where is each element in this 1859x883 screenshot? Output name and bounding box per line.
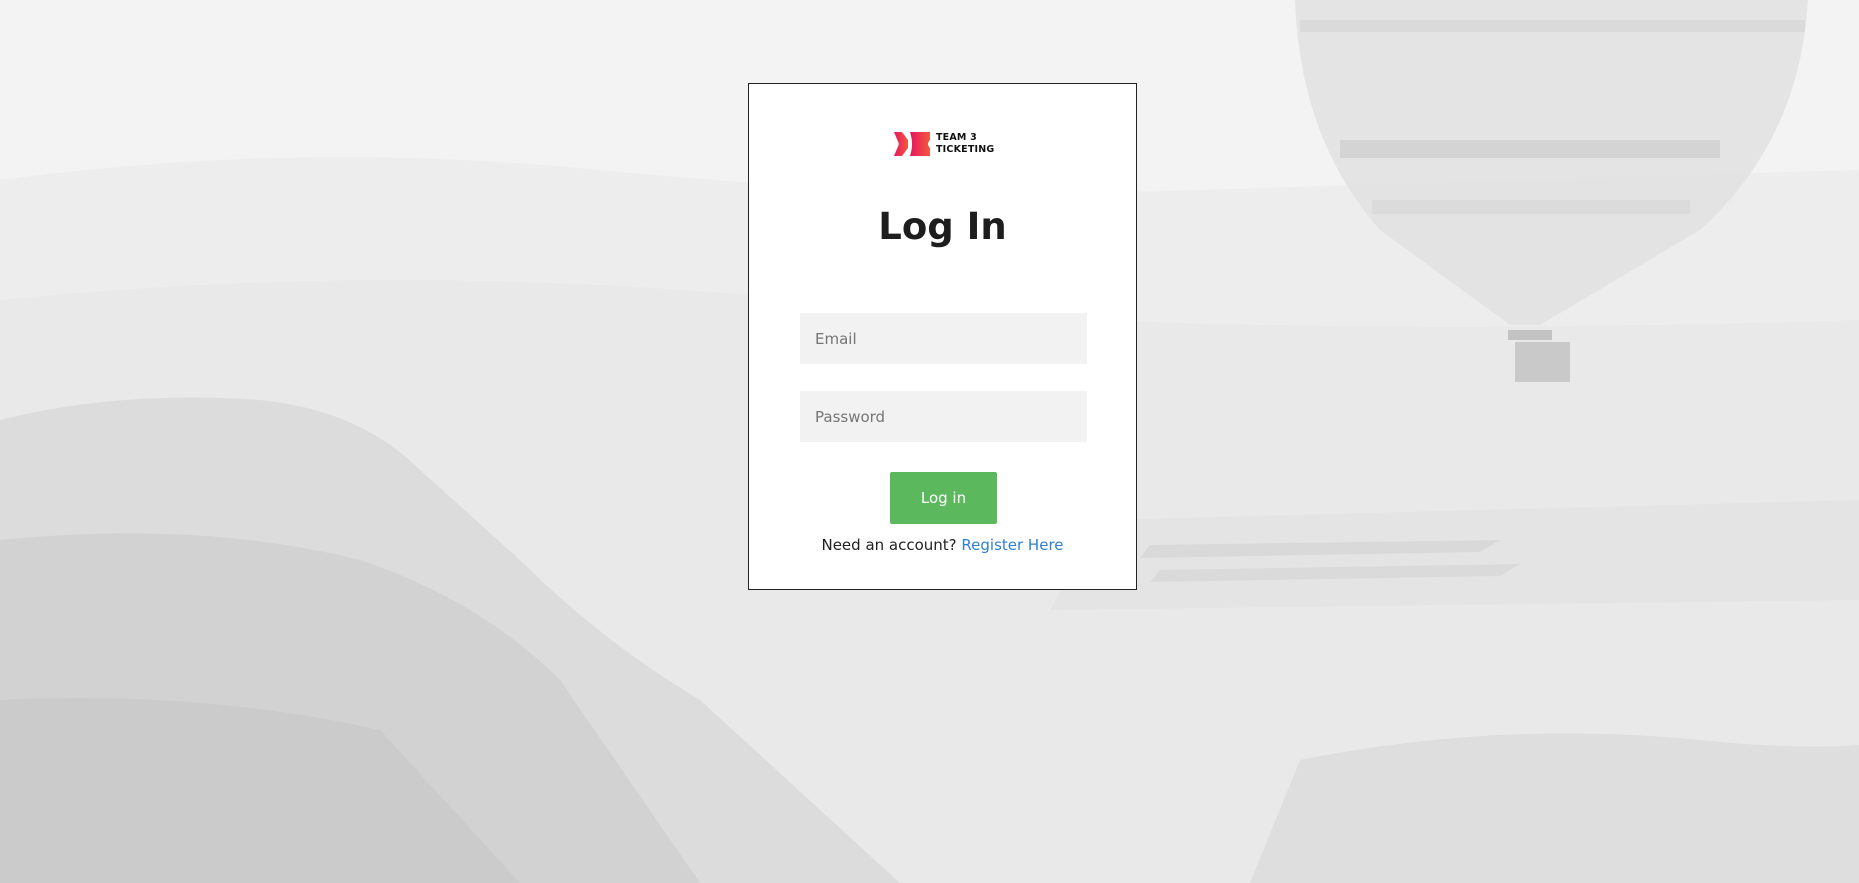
password-field[interactable] bbox=[800, 391, 1087, 442]
brand-name: TEAM 3 TICKETING bbox=[936, 132, 994, 156]
register-prompt-text: Need an account? bbox=[821, 536, 962, 554]
email-field[interactable] bbox=[800, 313, 1087, 364]
login-button[interactable]: Log in bbox=[890, 472, 997, 524]
page-title: Log In bbox=[878, 205, 1007, 248]
login-card: TEAM 3 TICKETING Log In Log in Need an a… bbox=[748, 83, 1137, 590]
ticket-logo-icon bbox=[894, 132, 930, 156]
register-prompt-row: Need an account? Register Here bbox=[749, 535, 1136, 555]
register-link[interactable]: Register Here bbox=[961, 536, 1063, 554]
brand-line-2: TICKETING bbox=[936, 144, 995, 155]
brand-line-1: TEAM 3 bbox=[936, 132, 977, 143]
brand-logo: TEAM 3 TICKETING bbox=[894, 128, 998, 160]
